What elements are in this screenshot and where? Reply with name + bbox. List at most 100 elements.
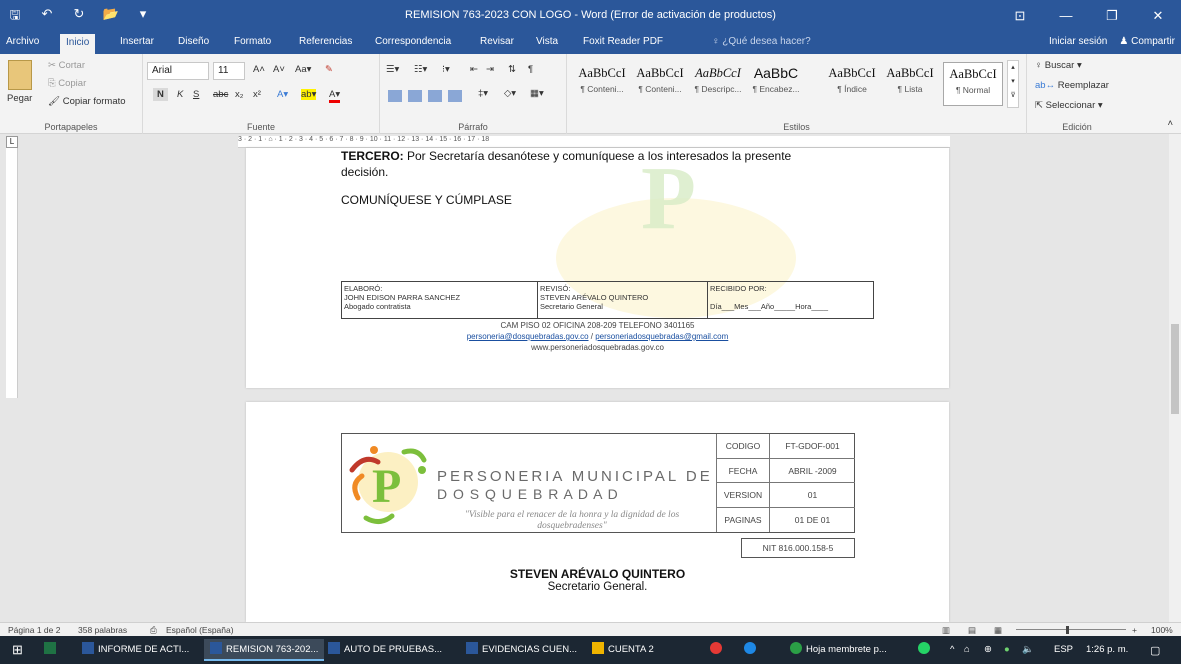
style-lista[interactable]: AaBbCcI ¶ Lista [883, 62, 937, 106]
tab-referencias[interactable]: Referencias [299, 36, 352, 47]
tab-formato[interactable]: Formato [234, 36, 271, 47]
find-button[interactable]: ♀ Buscar ▾ [1035, 60, 1082, 71]
zoom-slider[interactable] [1016, 629, 1126, 630]
shading-icon[interactable]: ◇▾ [504, 88, 516, 99]
tab-foxit-reader-pdf[interactable]: Foxit Reader PDF [583, 36, 663, 47]
underline-button[interactable]: S [193, 89, 199, 100]
clear-format-icon[interactable]: ✎ [325, 64, 333, 75]
zoom-slider-handle[interactable] [1066, 626, 1069, 634]
web-layout-icon[interactable]: ▦ [994, 625, 1002, 636]
text-effects-button[interactable]: A▾ [277, 89, 288, 100]
paste-icon[interactable] [8, 60, 32, 90]
taskbar-item-auto-pruebas[interactable]: AUTO DE PRUEBAS... [322, 639, 448, 661]
tray-app-icon[interactable]: ⊕ [984, 644, 992, 655]
document-page-2[interactable]: P PERSONERIA MUNICIPAL DE D O S Q U E B … [246, 402, 949, 622]
document-page-1[interactable]: P TERCERO: Por Secretaría desanótese y c… [246, 148, 949, 388]
maximize-button[interactable]: ❐ [1089, 0, 1135, 32]
word-count[interactable]: 358 palabras [78, 625, 127, 635]
decrease-indent-button[interactable]: ⇤ [470, 64, 478, 75]
bullets-button[interactable]: ☰▾ [386, 64, 399, 75]
style-contenido-2[interactable]: AaBbCcI ¶ Conteni... [633, 62, 687, 106]
tab-insertar[interactable]: Insertar [120, 36, 154, 47]
sort-button[interactable]: ⇅ [508, 64, 516, 75]
scrollbar-thumb[interactable] [1171, 324, 1179, 414]
notifications-icon[interactable]: ▢ [1150, 644, 1160, 657]
tab-correspondencia[interactable]: Correspondencia [375, 36, 451, 47]
replace-button[interactable]: ab↔ Reemplazar [1035, 80, 1109, 91]
vertical-scrollbar[interactable] [1169, 134, 1181, 622]
grow-font-button[interactable]: A˄ [253, 64, 265, 75]
read-mode-icon[interactable]: ▥ [942, 625, 950, 636]
tray-network-icon[interactable]: ⌂ [964, 644, 970, 655]
footer-address: CAM PISO 02 OFICINA 208-209 TELEFONO 340… [500, 321, 695, 330]
zoom-level[interactable]: 100% [1151, 625, 1173, 635]
language-indicator[interactable]: Español (España) [166, 625, 234, 635]
change-case-button[interactable]: Aa▾ [295, 64, 311, 75]
strikethrough-button[interactable]: abc [213, 89, 228, 100]
style-contenido-1[interactable]: AaBbCcI ¶ Conteni... [575, 62, 629, 106]
show-formatting-button[interactable]: ¶ [528, 64, 533, 75]
whatsapp-taskbar-icon[interactable] [912, 639, 940, 661]
style-encabezado[interactable]: AaBbC ¶ Encabez... [749, 62, 803, 106]
page-count[interactable]: Página 1 de 2 [8, 625, 60, 635]
subscript-button[interactable]: x₂ [235, 89, 243, 100]
line-spacing-icon[interactable]: ‡▾ [478, 88, 488, 99]
print-layout-icon[interactable]: ▤ [968, 625, 976, 636]
footer-email-1[interactable]: personeria@dosquebradas.gov.co [467, 332, 589, 341]
styles-scroll-icon[interactable]: ▴ ▾ ⊽ [1007, 60, 1019, 108]
highlight-button[interactable]: ab▾ [301, 89, 317, 100]
cut-button[interactable]: ✂ Cortar [48, 60, 85, 71]
shrink-font-button[interactable]: A˅ [273, 64, 285, 75]
close-button[interactable]: ✕ [1135, 0, 1181, 32]
tray-chevron-icon[interactable]: ^ [950, 644, 954, 655]
increase-indent-button[interactable]: ⇥ [486, 64, 494, 75]
borders-icon[interactable]: ▦▾ [530, 88, 544, 99]
taskbar-item-hoja-membrete[interactable]: Hoja membrete p... [784, 639, 893, 661]
ribbon-display-options-icon[interactable]: ⊡ [997, 0, 1043, 32]
italic-button[interactable]: K [177, 89, 183, 100]
copy-button[interactable]: ⎘ Copiar [48, 78, 86, 89]
font-size-select[interactable]: 11 [213, 62, 245, 80]
opera-taskbar-icon[interactable] [704, 639, 732, 661]
ie-taskbar-icon[interactable] [738, 639, 766, 661]
collapse-ribbon-icon[interactable]: ˄ [1167, 118, 1173, 129]
superscript-button[interactable]: x² [253, 89, 261, 100]
clock[interactable]: 1:26 p. m. [1086, 644, 1128, 655]
tray-security-icon[interactable]: ● [1004, 644, 1010, 655]
start-icon[interactable]: ⊞ [6, 639, 29, 661]
taskbar-item-label: EVIDENCIAS CUEN... [482, 644, 578, 655]
taskbar-item-remision[interactable]: REMISION 763-202... [204, 639, 325, 661]
footer-email-2[interactable]: personeriadosquebradas@gmail.com [595, 332, 728, 341]
style-normal[interactable]: AaBbCcI ¶ Normal [943, 62, 1003, 106]
multilevel-list-button[interactable]: ⁝▾ [442, 64, 450, 75]
bold-button[interactable]: N [153, 88, 168, 101]
proofing-icon[interactable]: ⎙ [150, 625, 157, 636]
tell-me-search[interactable]: ♀ ¿Qué desea hacer? [712, 36, 811, 47]
format-painter-button[interactable]: 🖌 Copiar formato [48, 96, 126, 107]
minimize-button[interactable]: — [1043, 0, 1089, 32]
taskbar-item-evidencias[interactable]: EVIDENCIAS CUEN... [460, 639, 583, 661]
paste-button[interactable]: Pegar [7, 93, 32, 104]
volume-icon[interactable]: 🔈 [1022, 644, 1034, 655]
zoom-in-icon[interactable]: + [1132, 625, 1137, 635]
tab-revisar[interactable]: Revisar [480, 36, 514, 47]
taskbar-item-informe[interactable]: INFORME DE ACTI... [76, 639, 195, 661]
style-indice[interactable]: AaBbCcI ¶ Índice [825, 62, 879, 106]
share-button[interactable]: ♟ Compartir [1119, 36, 1175, 47]
style-descripcion[interactable]: AaBbCcI ¶ Descripc... [691, 62, 745, 106]
tab-inicio[interactable]: Inicio [60, 34, 96, 54]
select-button[interactable]: ⇱ Seleccionar ▾ [1035, 100, 1103, 111]
taskbar-item-cuenta-2[interactable]: CUENTA 2 [586, 639, 660, 661]
excel-taskbar-icon[interactable] [38, 639, 66, 661]
horizontal-ruler[interactable]: 3 · 2 · 1 · ⌂ · 1 · 2 · 3 · 4 · 5 · 6 · … [238, 136, 950, 148]
tab-archivo[interactable]: Archivo [6, 36, 39, 47]
alignment-buttons[interactable] [388, 90, 468, 102]
tab-selector[interactable]: L [6, 136, 18, 148]
tab-vista[interactable]: Vista [536, 36, 558, 47]
font-color-button[interactable]: A▾ [329, 89, 341, 103]
numbering-button[interactable]: ☷▾ [414, 64, 427, 75]
font-name-select[interactable]: Arial [147, 62, 209, 80]
tab-diseno[interactable]: Diseño [178, 36, 209, 47]
input-language[interactable]: ESP [1054, 644, 1073, 655]
sign-in-link[interactable]: Iniciar sesión [1049, 36, 1107, 47]
